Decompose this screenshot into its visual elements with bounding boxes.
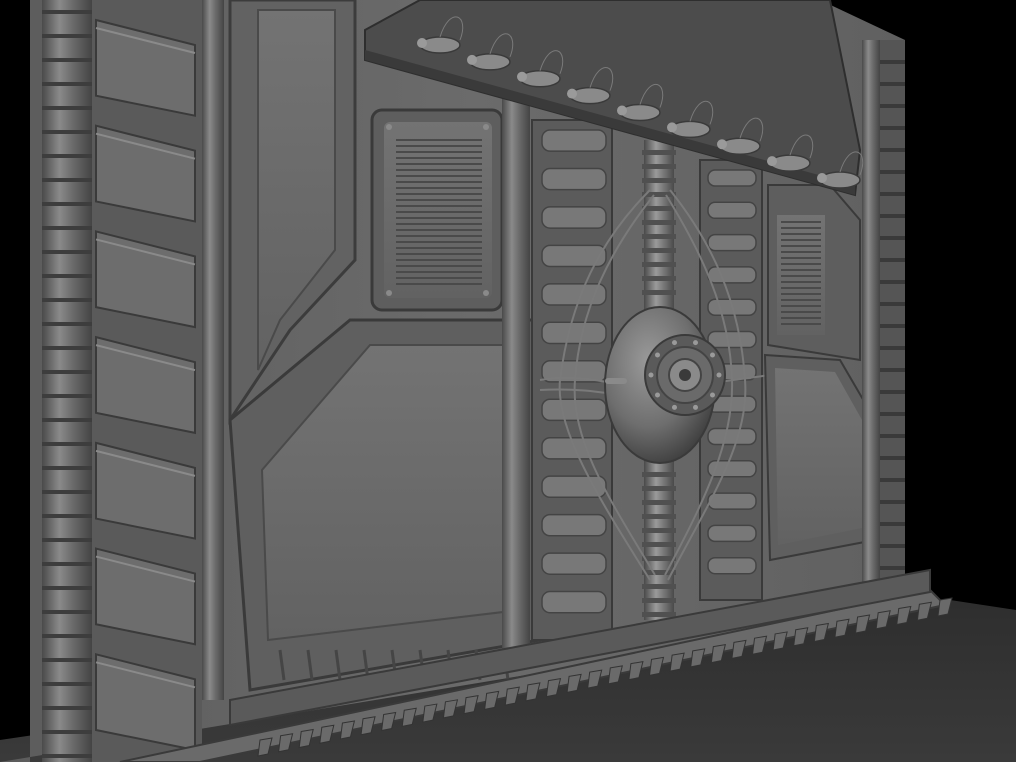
left-column (42, 0, 224, 762)
right-vent-panel (767, 184, 861, 362)
right-column (862, 40, 905, 600)
center-left-post (502, 95, 530, 655)
scifi-wall-render (0, 0, 1016, 762)
viewport (0, 0, 1016, 762)
upper-vent-panel (370, 108, 504, 312)
